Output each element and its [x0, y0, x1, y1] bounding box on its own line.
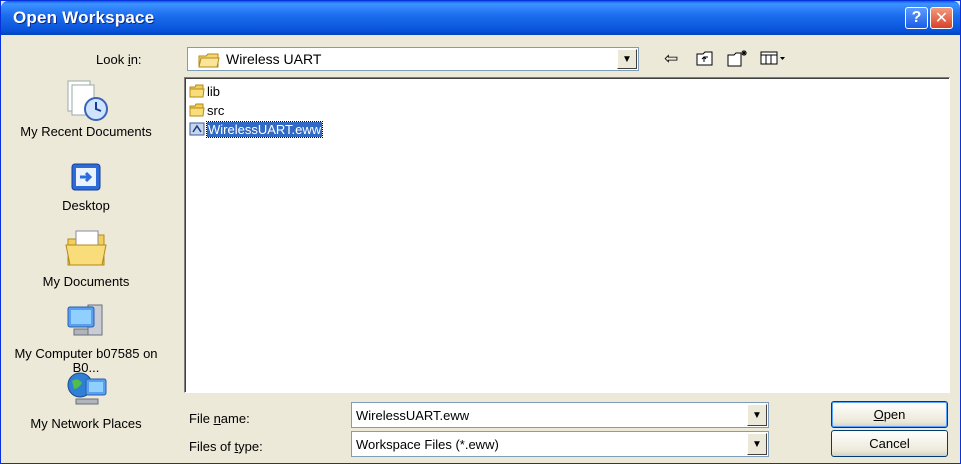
file-type-select[interactable]: Workspace Files (*.eww) ▼	[351, 431, 769, 457]
folder-icon	[189, 84, 205, 98]
place-label: Desktop	[62, 198, 110, 213]
chevron-down-icon[interactable]: ▼	[617, 49, 637, 69]
back-arrow-icon[interactable]: ⇦	[664, 49, 678, 69]
file-name-input[interactable]: WirelessUART.eww ▼	[351, 402, 769, 428]
file-name-label: File name:	[189, 411, 250, 426]
file-name-value: WirelessUART.eww	[356, 408, 470, 423]
place-label: My Documents	[42, 274, 130, 289]
file-type-value: Workspace Files (*.eww)	[356, 437, 499, 452]
help-icon: ?	[911, 9, 922, 26]
open-button-label: Open	[873, 407, 906, 422]
view-menu-icon[interactable]	[760, 51, 786, 66]
new-folder-icon[interactable]	[727, 49, 749, 67]
place-network[interactable]: My Network Places	[1, 369, 171, 431]
chevron-down-icon[interactable]: ▼	[747, 433, 767, 455]
file-list[interactable]: lib src WirelessUART.eww	[184, 77, 950, 393]
place-recent-documents[interactable]: My Recent Documents	[1, 77, 171, 139]
cancel-button-label: Cancel	[869, 436, 910, 451]
title-bar[interactable]: Open Workspace ? ✕	[1, 1, 960, 35]
place-my-computer[interactable]: My Computer b07585 on B0...	[1, 299, 171, 375]
look-in-dropdown[interactable]: Wireless UART ▼	[187, 47, 639, 71]
folder-icon	[189, 103, 205, 117]
place-label: My Network Places	[30, 416, 142, 431]
up-folder-icon[interactable]	[696, 50, 714, 67]
open-button[interactable]: Open	[831, 401, 948, 428]
list-item[interactable]: src	[189, 102, 224, 118]
network-places-icon	[62, 369, 110, 413]
place-label: My Recent Documents	[20, 124, 152, 139]
close-icon: ✕	[934, 10, 949, 27]
place-desktop[interactable]: Desktop	[1, 161, 171, 213]
look-in-value: Wireless UART	[226, 51, 322, 67]
place-my-documents[interactable]: My Documents	[1, 227, 171, 289]
cancel-button[interactable]: Cancel	[831, 430, 948, 457]
desktop-icon	[62, 161, 110, 195]
window-title: Open Workspace	[13, 8, 155, 27]
places-bar: My Recent Documents Desktop My Documents…	[1, 73, 171, 463]
chevron-down-icon[interactable]: ▼	[747, 404, 767, 426]
my-documents-icon	[62, 227, 110, 271]
list-item[interactable]: WirelessUART.eww	[189, 120, 324, 138]
recent-documents-icon	[62, 77, 110, 121]
open-workspace-dialog: Open Workspace ? ✕ Look in: Wireless UAR…	[0, 0, 961, 464]
help-button[interactable]: ?	[905, 7, 928, 29]
look-in-label: Look in:	[96, 52, 142, 67]
folder-icon	[198, 53, 220, 68]
my-computer-icon	[62, 299, 110, 343]
file-type-label: Files of type:	[189, 439, 263, 454]
list-item[interactable]: lib	[189, 83, 220, 99]
file-name: WirelessUART.eww	[205, 120, 324, 138]
close-button[interactable]: ✕	[930, 7, 953, 29]
file-name: src	[207, 102, 225, 118]
file-name: lib	[207, 83, 221, 99]
workspace-file-icon	[189, 122, 205, 136]
